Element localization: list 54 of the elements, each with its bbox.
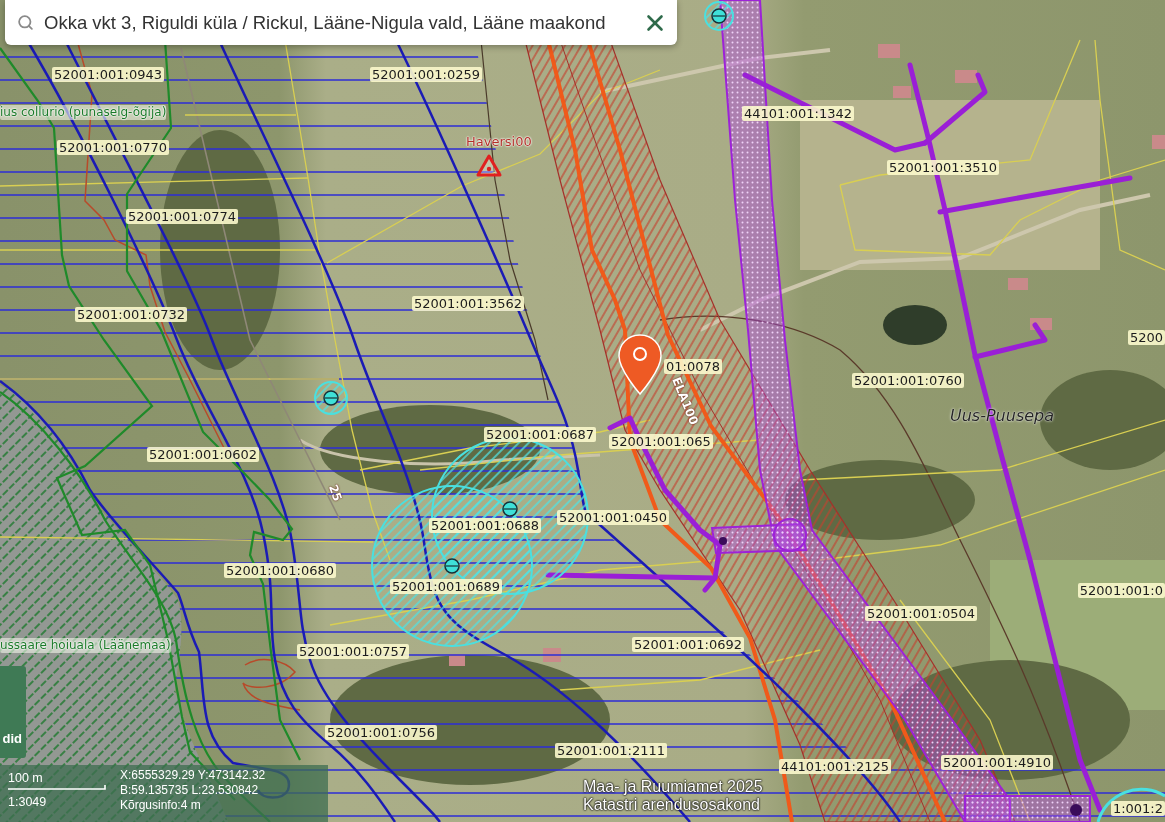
coordinate-text: X:6555329.29 Y:473142.32 bbox=[120, 768, 266, 783]
parcel-label: 52001:001:0 bbox=[1077, 583, 1165, 598]
protected-area-label: ussaare hoiuala (Läänemaa) bbox=[0, 638, 171, 653]
parcel-label: 5200 bbox=[1127, 330, 1165, 345]
parcel-label: 52001:001:0688 bbox=[429, 518, 541, 533]
parcel-label: 1:001:2 bbox=[1110, 801, 1165, 816]
well-marker-icon bbox=[444, 558, 460, 574]
parcel-label: 52001:001:0687 bbox=[484, 427, 596, 442]
parcel-label: 52001:001:0943 bbox=[52, 67, 164, 82]
parcel-label: 52001:001:0774 bbox=[126, 209, 238, 224]
house-roof bbox=[878, 44, 900, 58]
parcel-label: 52001:001:0692 bbox=[632, 637, 744, 652]
area-wiggle-line bbox=[242, 658, 301, 711]
parcel-label: 52001:001:0770 bbox=[57, 140, 169, 155]
parcel-label: 52001:001:0732 bbox=[75, 307, 187, 322]
parcel-label: 52001:001:0757 bbox=[297, 644, 409, 659]
parcel-label: 52001:001:0689 bbox=[390, 579, 502, 594]
parcel-label: 52001:001:0602 bbox=[147, 447, 259, 462]
parcel-label: 52001:001:0756 bbox=[325, 725, 437, 740]
node-dot-icon bbox=[719, 537, 727, 545]
pipeline-node-icon bbox=[773, 518, 807, 552]
road-number-label: 25 bbox=[325, 482, 345, 504]
parcel-label: 52001:001:3510 bbox=[887, 160, 999, 175]
parcel-label: 52001:001:0760 bbox=[852, 373, 964, 388]
scale-ratio: 1:3049 bbox=[8, 795, 48, 809]
parcel-label: 52001:001:065 bbox=[609, 434, 713, 449]
pond bbox=[883, 305, 947, 345]
parcel-label: 52001:001:0680 bbox=[224, 563, 336, 578]
search-field[interactable]: Okka vkt 3, Riguldi küla / Rickul, Lääne-Nigula vald, Lääne maakond bbox=[44, 11, 639, 34]
coordinate-text: B:59.135735 L:23.530842 bbox=[120, 783, 260, 798]
triangle-marker-icon bbox=[476, 154, 502, 177]
well-marker-icon bbox=[323, 390, 339, 406]
protected-area-label: ius collurio (punaselg-õgija) bbox=[0, 105, 167, 120]
house-roof bbox=[1008, 278, 1028, 290]
well-marker-icon bbox=[711, 8, 727, 24]
house-roof bbox=[1152, 135, 1165, 149]
side-panel-button[interactable]: did bbox=[0, 666, 26, 758]
parcel-label: 44101:001:1342 bbox=[742, 106, 854, 121]
parcel-label: 52001:001:3562 bbox=[412, 296, 524, 311]
parcel-label: 44101:001:2125 bbox=[779, 759, 891, 774]
search-icon bbox=[17, 14, 34, 31]
coordinate-text: Kõrgusinfo:4 m bbox=[120, 798, 202, 813]
well-marker-icon bbox=[502, 501, 518, 517]
node-dot-icon bbox=[1070, 804, 1082, 816]
parcel-label: 52001:001:0504 bbox=[865, 606, 977, 621]
house-roof bbox=[893, 86, 911, 98]
parcel-label: 52001:001:0450 bbox=[557, 510, 669, 525]
parcel-label: 01:0078 bbox=[664, 359, 722, 374]
parcel-label: 52001:001:4910 bbox=[941, 755, 1053, 770]
parcel-label: 52001:001:0259 bbox=[370, 67, 482, 82]
house-roof bbox=[955, 70, 977, 83]
scale-distance: 100 m bbox=[8, 771, 44, 785]
parcel-label: 52001:001:2111 bbox=[555, 743, 667, 758]
location-pin-icon bbox=[618, 334, 662, 395]
